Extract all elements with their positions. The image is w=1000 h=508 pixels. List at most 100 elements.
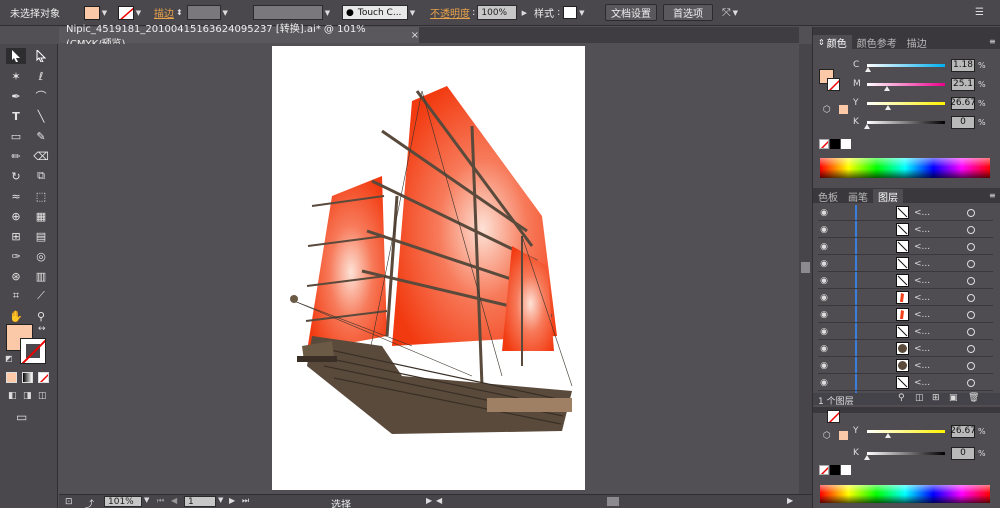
channel-value-field[interactable]: 26.67 [950, 96, 976, 110]
slice-tool-icon[interactable]: ⟋ [31, 288, 51, 304]
color-slider-m[interactable]: M 25.1% [853, 77, 986, 91]
zoom-field[interactable]: 101% [104, 496, 142, 507]
layer-row[interactable]: ◉ <... [818, 375, 993, 391]
closest-color-swatch[interactable] [839, 105, 848, 114]
stroke-none-swatch[interactable] [118, 5, 134, 20]
layer-row[interactable]: ◉ <... [818, 358, 993, 374]
visibility-eye-icon[interactable]: ◉ [818, 224, 830, 236]
blend-tool-icon[interactable]: ◎ [31, 248, 51, 264]
none-mode-icon[interactable] [38, 372, 49, 383]
mesh-tool-icon[interactable]: ⊞ [6, 228, 26, 244]
channel-track[interactable] [864, 63, 945, 72]
target-circle-icon[interactable] [967, 208, 975, 217]
chevron-down-icon[interactable]: ▼ [408, 6, 417, 20]
color-mode-icon[interactable] [6, 372, 17, 383]
target-circle-icon[interactable] [967, 327, 975, 336]
stepper-icon[interactable]: ⬍ [176, 8, 183, 17]
white-swatch[interactable] [841, 465, 851, 475]
white-swatch[interactable] [841, 139, 851, 149]
stroke-color-box[interactable] [20, 338, 46, 364]
new-layer-icon[interactable]: ▣ [949, 393, 958, 403]
lower-color-spectrum[interactable] [820, 485, 990, 503]
out-of-gamut-icon[interactable]: ⬡ [823, 105, 831, 115]
document-setup-control[interactable]: 文档设置 [605, 4, 657, 21]
channel-value-field[interactable]: 26.67 [950, 424, 976, 438]
closest-color-swatch[interactable] [839, 431, 848, 440]
tab-brushes[interactable]: 画笔 [843, 189, 873, 204]
lower-color-slider-y[interactable]: Y 26.67% [853, 424, 986, 438]
draw-inside-icon[interactable]: ◫ [38, 391, 47, 401]
preferences-button[interactable]: 首选项 [663, 4, 713, 21]
rectangle-tool-icon[interactable]: ▭ [6, 128, 26, 144]
layer-name[interactable]: <... [914, 225, 930, 235]
preferences-control[interactable]: 首选项 [663, 4, 713, 21]
slider-knob[interactable] [885, 432, 892, 438]
locate-object-icon[interactable]: ⚲ [898, 393, 905, 403]
pencil-tool-icon[interactable]: ✏ [6, 148, 26, 164]
hand-tool-icon[interactable]: ✋ [6, 308, 26, 324]
none-swatch[interactable] [819, 139, 829, 149]
tab-swatches[interactable]: 色板 [813, 189, 843, 204]
panel-menu-icon[interactable]: ≡ [989, 191, 996, 200]
layer-row[interactable]: ◉ <... [818, 222, 993, 238]
gradient-tool-icon[interactable]: ▤ [31, 228, 51, 244]
black-swatch[interactable] [830, 465, 840, 475]
channel-track[interactable] [867, 82, 945, 91]
draw-normal-icon[interactable]: ◧ [8, 391, 17, 401]
share-icon[interactable]: ⤴ [85, 497, 94, 508]
rotate-tool-icon[interactable]: ↻ [6, 168, 26, 184]
target-circle-icon[interactable] [967, 310, 975, 319]
gradient-mode-icon[interactable] [22, 372, 33, 383]
layer-name[interactable]: <... [914, 378, 930, 388]
layer-name[interactable]: <... [914, 344, 930, 354]
artboard-nav-icon[interactable]: ⊡ [65, 497, 73, 507]
artboard-number-field[interactable]: 1 [184, 496, 216, 507]
tab-color-guide[interactable]: 颜色参考 [852, 35, 902, 50]
chevron-down-icon[interactable]: ▼ [221, 6, 230, 20]
zoom-tool-icon[interactable]: ⚲ [31, 308, 51, 324]
document-tab[interactable]: Nipic_4519181_20100415163624095237 [转换].… [59, 24, 419, 50]
stroke-swatch-control[interactable]: ▼ [118, 4, 143, 21]
new-sublayer-icon[interactable]: ⊞ [932, 393, 940, 403]
arrange-documents-icon[interactable]: ⤧ [722, 6, 731, 20]
brush-control[interactable]: ● Touch C... ▼ [342, 4, 417, 21]
chevron-down-icon[interactable]: ▼ [323, 6, 332, 20]
visibility-eye-icon[interactable]: ◉ [818, 309, 830, 321]
symbol-sprayer-tool-icon[interactable]: ⊛ [6, 268, 26, 284]
junk-ship-artwork[interactable] [272, 46, 585, 490]
eraser-tool-icon[interactable]: ⌫ [31, 148, 51, 164]
paintbrush-tool-icon[interactable]: ✎ [31, 128, 51, 144]
layer-name[interactable]: <... [914, 242, 930, 252]
make-clipping-mask-icon[interactable]: ◫ [915, 393, 924, 403]
chevron-down-icon[interactable]: ▼ [218, 496, 223, 504]
black-swatch[interactable] [830, 139, 840, 149]
eyedropper-tool-icon[interactable]: ✑ [6, 248, 26, 264]
last-artboard-icon[interactable]: ⏭ [242, 496, 249, 506]
layer-name[interactable]: <... [914, 208, 930, 218]
color-spectrum[interactable] [820, 158, 990, 178]
layer-row[interactable]: ◉ <... [818, 256, 993, 272]
layer-row[interactable]: ◉ <... [818, 290, 993, 306]
layer-name[interactable]: <... [914, 361, 930, 371]
out-of-gamut-icon[interactable]: ⬡ [823, 431, 831, 441]
first-artboard-icon[interactable]: ⏮ [157, 496, 164, 506]
horizontal-scroll-thumb[interactable] [607, 497, 619, 506]
color-panel-stroke-box[interactable] [827, 78, 840, 91]
next-artboard-icon[interactable]: ▶ [229, 496, 235, 505]
slider-knob[interactable] [864, 123, 870, 129]
channel-value-field[interactable]: 25.1 [951, 77, 975, 91]
selection-tool-icon[interactable] [6, 48, 26, 64]
target-circle-icon[interactable] [967, 344, 975, 353]
color-slider-y[interactable]: Y 26.67% [853, 96, 986, 110]
chevron-down-icon[interactable]: ▼ [144, 496, 149, 504]
curvature-tool-icon[interactable]: ⌒ [31, 88, 51, 104]
line-tool-icon[interactable]: ╲ [31, 108, 51, 124]
stroke-label[interactable]: 描边 [154, 5, 174, 20]
panel-menu[interactable]: ☰ [975, 4, 984, 21]
column-graph-tool-icon[interactable]: ▥ [31, 268, 51, 284]
channel-track[interactable] [867, 429, 945, 438]
slider-knob[interactable] [864, 454, 870, 460]
pen-tool-icon[interactable]: ✒ [6, 88, 26, 104]
layer-name[interactable]: <... [914, 259, 930, 269]
target-circle-icon[interactable] [967, 225, 975, 234]
